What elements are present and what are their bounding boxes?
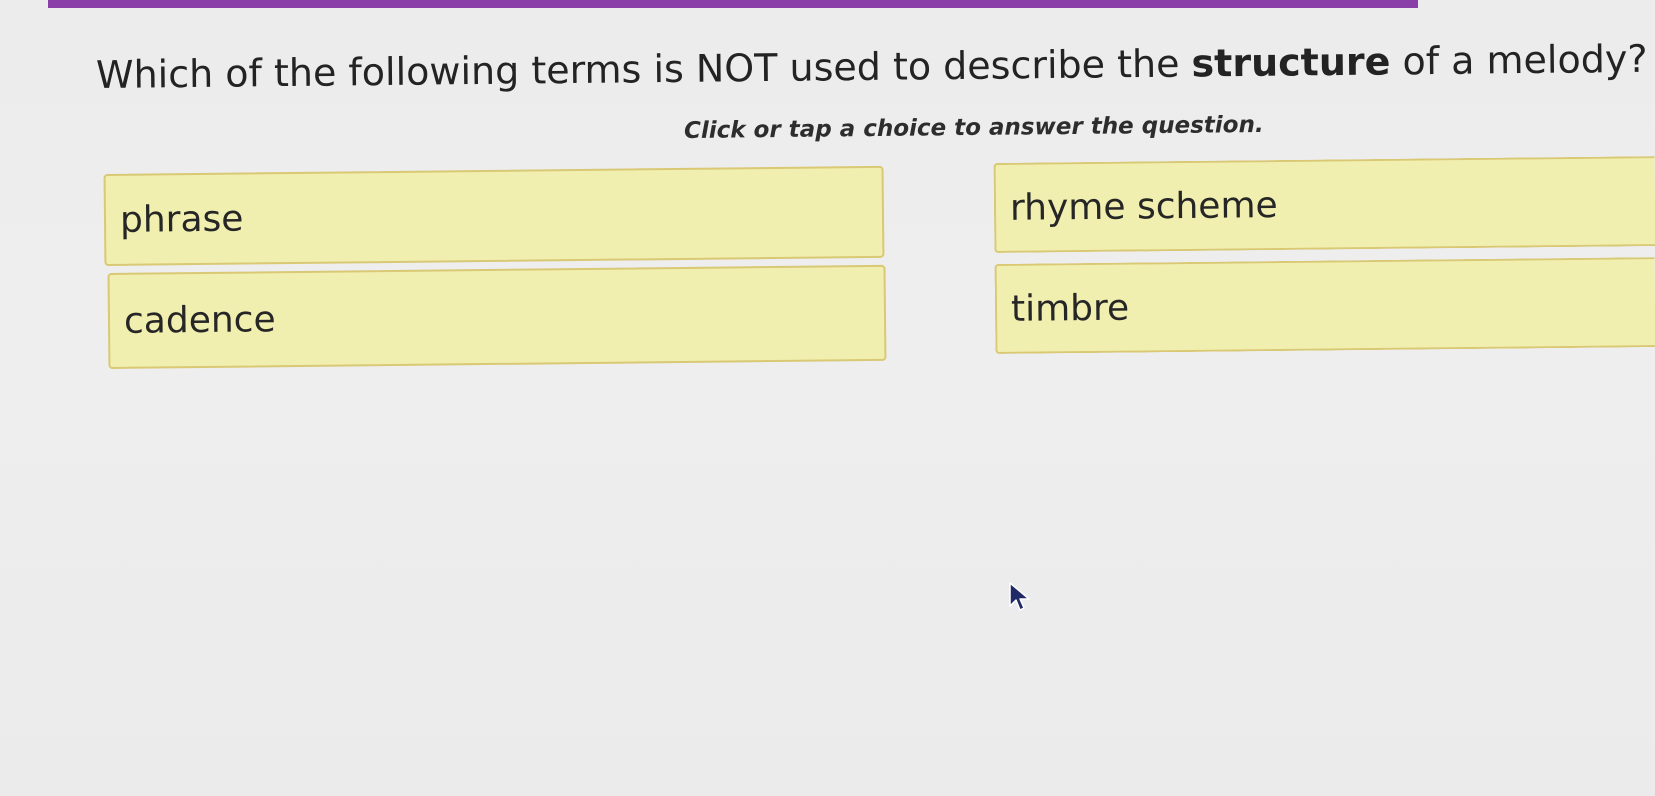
question-text: Which of the following terms is NOT used… (95, 35, 1648, 100)
choice-label: phrase (119, 198, 244, 241)
choice-label: cadence (123, 298, 276, 342)
choice-timbre[interactable]: timbre (994, 257, 1655, 354)
question-text-after: of a melody? (1390, 36, 1648, 84)
question-emphasis: structure (1191, 39, 1391, 86)
choice-cadence[interactable]: cadence (107, 264, 887, 369)
choice-label: rhyme scheme (1009, 184, 1278, 229)
choice-phrase[interactable]: phrase (103, 165, 885, 266)
mouse-pointer-icon (1009, 582, 1030, 611)
question-text-before: Which of the following terms is NOT used… (95, 41, 1192, 97)
top-accent-bar (48, 0, 1418, 8)
choice-rhyme-scheme[interactable]: rhyme scheme (993, 156, 1655, 253)
choice-label: timbre (1010, 287, 1130, 330)
instruction-text: Click or tap a choice to answer the ques… (683, 111, 1264, 144)
